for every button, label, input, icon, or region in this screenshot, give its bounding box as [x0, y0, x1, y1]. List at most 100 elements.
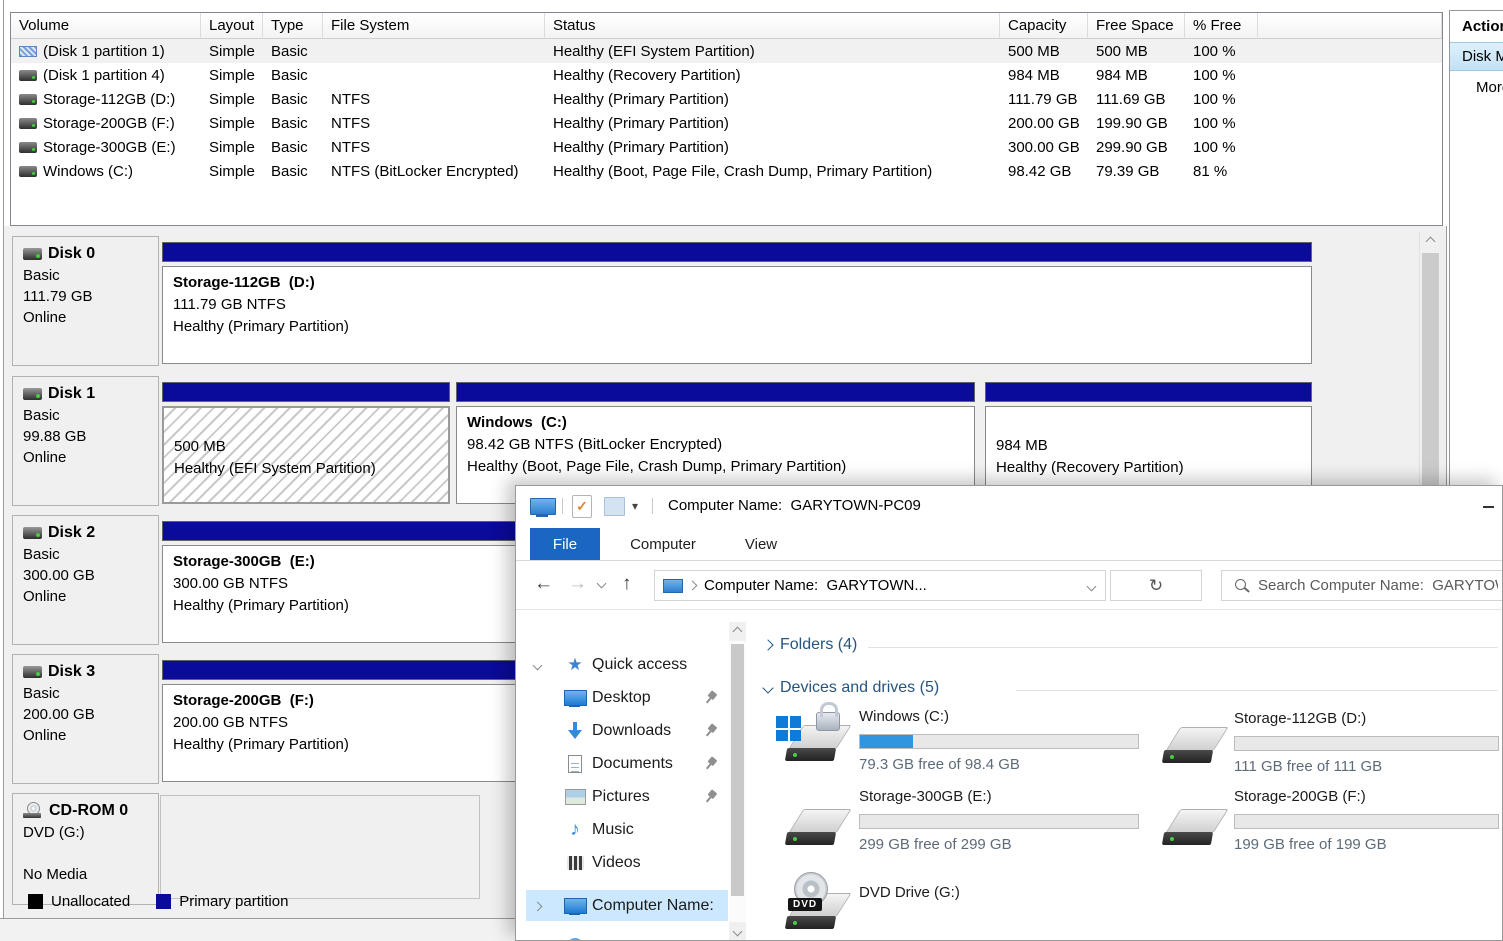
sidebar-item-videos[interactable]: Videos — [516, 847, 729, 878]
disk-icon — [23, 388, 42, 400]
disk-header-cdrom0[interactable]: CD-ROM 0 DVD (G:) No Media — [12, 793, 159, 905]
partition-efi-system[interactable]: 500 MB Healthy (EFI System Partition) — [162, 382, 450, 504]
column-header-status[interactable]: Status — [545, 13, 1000, 39]
primary-partition-color-bar — [162, 242, 1312, 262]
partition-storage-112gb-d[interactable]: Storage-112GB (D:) 111.79 GB NTFS Health… — [162, 242, 1312, 364]
chevron-up-icon — [1426, 237, 1436, 247]
chevron-down-icon[interactable] — [533, 660, 543, 670]
tab-computer[interactable]: Computer — [614, 528, 712, 560]
disk-icon — [23, 527, 42, 539]
disk-header-disk2[interactable]: Disk 2 Basic 300.00 GB Online — [12, 515, 159, 645]
volume-layout: Simple — [201, 159, 263, 183]
column-header-capacity[interactable]: Capacity — [1000, 13, 1088, 39]
breadcrumb[interactable]: Computer Name: GARYTOWN... — [704, 577, 927, 594]
tab-view[interactable]: View — [730, 528, 792, 560]
title-bar[interactable]: ✓ ▾ Computer Name: GARYTOWN-PC09 — [516, 486, 1502, 528]
chevron-up-icon — [733, 627, 743, 637]
sidebar-item-downloads[interactable]: Downloads — [516, 715, 729, 746]
desktop-icon — [564, 690, 587, 706]
back-button[interactable]: ← — [534, 573, 553, 595]
disk-type: Basic — [23, 405, 152, 426]
breadcrumb-chevron-icon[interactable] — [688, 581, 698, 591]
volume-layout: Simple — [201, 111, 263, 135]
unallocated-swatch — [28, 894, 43, 909]
disk-status: Online — [23, 307, 152, 328]
volume-row[interactable]: Windows (C:) Simple Basic NTFS (BitLocke… — [11, 159, 1442, 183]
column-header-layout[interactable]: Layout — [201, 13, 263, 39]
drive-name: Storage-112GB (D:) — [1234, 710, 1366, 727]
volume-status: Healthy (Recovery Partition) — [545, 63, 1000, 87]
group-label: Folders (4) — [780, 636, 857, 654]
new-folder-icon[interactable] — [604, 497, 625, 516]
search-box[interactable] — [1221, 570, 1503, 601]
pin-icon — [701, 688, 719, 706]
quick-access-star-icon: ★ — [567, 655, 582, 675]
volume-row[interactable]: (Disk 1 partition 1) Simple Basic Health… — [11, 39, 1442, 63]
address-dropdown-icon[interactable] — [1087, 582, 1097, 592]
volume-row[interactable]: Storage-200GB (F:) Simple Basic NTFS Hea… — [11, 111, 1442, 135]
refresh-button[interactable]: ↻ — [1110, 570, 1202, 601]
actions-disk-management-item[interactable]: Disk Management — [1450, 42, 1503, 71]
scrollbar-up-button[interactable] — [729, 622, 746, 641]
refresh-icon: ↻ — [1149, 576, 1163, 596]
quick-access-toolbar-dropdown-icon[interactable]: ▾ — [632, 499, 638, 513]
disk-size: 99.88 GB — [23, 426, 152, 447]
address-bar[interactable]: Computer Name: GARYTOWN... — [654, 570, 1106, 601]
volume-capacity: 984 MB — [1000, 63, 1088, 87]
this-pc-icon[interactable] — [530, 498, 556, 515]
volume-fs: NTFS — [323, 135, 545, 159]
column-header-volume[interactable]: Volume — [11, 13, 201, 39]
volume-status: Healthy (Boot, Page File, Crash Dump, Pr… — [545, 159, 1000, 183]
scrollbar-thumb[interactable] — [731, 644, 744, 896]
volume-fs: NTFS — [323, 87, 545, 111]
disk-header-disk0[interactable]: Disk 0 Basic 111.79 GB Online — [12, 236, 159, 366]
properties-check-icon[interactable]: ✓ — [572, 495, 592, 518]
primary-partition-swatch — [156, 894, 171, 909]
volume-row[interactable]: (Disk 1 partition 4) Simple Basic Health… — [11, 63, 1442, 87]
volume-row[interactable]: Storage-300GB (E:) Simple Basic NTFS Hea… — [11, 135, 1442, 159]
tab-file[interactable]: File — [530, 528, 600, 560]
primary-partition-color-bar — [985, 382, 1312, 402]
up-button[interactable]: ↑ — [622, 573, 632, 595]
actions-more-actions-item[interactable]: More Actions — [1450, 71, 1503, 96]
sidebar-scrollbar[interactable] — [729, 622, 746, 941]
capacity-bar — [1234, 814, 1499, 829]
search-input[interactable] — [1256, 571, 1500, 600]
forward-button[interactable]: → — [568, 573, 587, 595]
column-header-type[interactable]: Type — [263, 13, 323, 39]
minimize-button[interactable] — [1483, 506, 1494, 508]
scrollbar-up-button[interactable] — [1420, 232, 1441, 251]
sidebar-item-music[interactable]: ♪ Music — [516, 814, 729, 845]
partition-info: 500 MB Healthy (EFI System Partition) — [162, 406, 450, 504]
scrollbar-down-button[interactable] — [729, 922, 746, 941]
disk-volume-icon — [19, 94, 37, 105]
column-header-pctfree[interactable]: % Free — [1185, 13, 1258, 39]
drive-free-text: 299 GB free of 299 GB — [859, 836, 1012, 853]
column-header-filesystem[interactable]: File System — [323, 13, 545, 39]
disk-type: Basic — [23, 544, 152, 565]
sidebar-item-desktop[interactable]: Desktop — [516, 682, 729, 713]
sidebar-item-label: Pictures — [592, 788, 650, 806]
partition-status: Healthy (Primary Partition) — [173, 316, 1301, 338]
hard-drive-icon — [1161, 806, 1225, 852]
volume-row[interactable]: Storage-112GB (D:) Simple Basic NTFS Hea… — [11, 87, 1442, 111]
column-header-freespace[interactable]: Free Space — [1088, 13, 1185, 39]
sidebar-item-pictures[interactable]: Pictures — [516, 781, 729, 812]
cdrom-media-area[interactable] — [160, 795, 480, 899]
chevron-right-icon[interactable] — [533, 901, 543, 911]
capacity-bar — [859, 734, 1139, 749]
group-header-devices-and-drives[interactable]: Devices and drives (5) — [764, 679, 939, 697]
disk-header-disk1[interactable]: Disk 1 Basic 99.88 GB Online — [12, 376, 159, 506]
group-header-folders[interactable]: Folders (4) — [764, 636, 857, 654]
disk-type: Basic — [23, 683, 152, 704]
volume-name: Storage-112GB (D:) — [43, 91, 175, 108]
sidebar-item-network-partial[interactable] — [516, 930, 729, 941]
navigation-bar: ← → ↑ Computer Name: GARYTOWN... ↻ — [516, 561, 1502, 610]
volume-type: Basic — [263, 39, 323, 63]
recent-locations-dropdown-icon[interactable] — [597, 579, 607, 589]
sidebar-item-computer-name[interactable]: Computer Name: — [526, 890, 728, 921]
disk-header-disk3[interactable]: Disk 3 Basic 200.00 GB Online — [12, 654, 159, 784]
sidebar-item-documents[interactable]: Documents — [516, 748, 729, 779]
sidebar-item-quick-access[interactable]: ★ Quick access — [516, 649, 729, 680]
drive-name: Storage-300GB (E:) — [859, 788, 992, 805]
